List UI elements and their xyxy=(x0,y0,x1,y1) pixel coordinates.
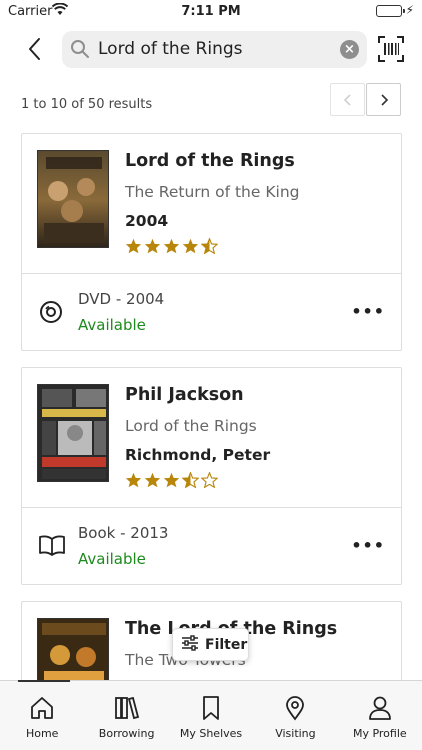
barcode-scan-icon[interactable] xyxy=(378,36,404,66)
tab-borrowing[interactable]: Borrowing xyxy=(84,681,168,750)
bookmark-icon xyxy=(198,695,224,725)
back-button[interactable] xyxy=(24,36,48,62)
tab-label: My Profile xyxy=(352,727,407,740)
tab-my-profile[interactable]: My Profile xyxy=(338,681,422,750)
format-row[interactable]: Book - 2013 Available ••• xyxy=(22,508,401,585)
cover-image xyxy=(37,150,109,248)
disc-icon xyxy=(39,300,63,328)
clear-search-icon[interactable]: × xyxy=(340,40,359,59)
availability-status: Available xyxy=(78,316,146,334)
books-icon xyxy=(114,695,140,725)
result-title[interactable]: Lord of the Rings xyxy=(125,151,295,171)
result-title[interactable]: Phil Jackson xyxy=(125,385,244,405)
home-icon xyxy=(29,695,55,725)
tab-visiting[interactable]: Visiting xyxy=(253,681,337,750)
next-page-button[interactable] xyxy=(366,83,401,116)
star-full-icon xyxy=(125,238,142,258)
star-half-icon xyxy=(200,237,219,258)
tab-label: Borrowing xyxy=(98,727,155,740)
search-input[interactable]: Lord of the Rings xyxy=(98,39,243,59)
star-full-icon xyxy=(125,472,142,492)
result-author: Richmond, Peter xyxy=(125,446,271,464)
tab-label: Visiting xyxy=(275,727,316,740)
cover-image xyxy=(37,384,109,482)
format-label: DVD - 2004 xyxy=(78,290,165,308)
result-card[interactable]: Phil Jackson Lord of the Rings Richmond,… xyxy=(21,367,402,585)
active-tab-indicator xyxy=(18,680,70,682)
star-full-icon xyxy=(182,238,199,258)
search-bar[interactable]: Lord of the Rings × xyxy=(62,31,367,68)
more-options-icon[interactable]: ••• xyxy=(351,302,385,321)
result-item-header[interactable]: Phil Jackson Lord of the Rings Richmond,… xyxy=(22,368,401,508)
star-full-icon xyxy=(144,472,161,492)
filter-label: Filter xyxy=(205,636,248,653)
location-pin-icon xyxy=(282,695,308,725)
result-subtitle: The Return of the King xyxy=(125,183,300,201)
result-year: 2004 xyxy=(125,212,169,230)
availability-status: Available xyxy=(78,550,146,568)
rating-stars xyxy=(125,237,219,258)
tab-label: My Shelves xyxy=(179,727,243,740)
sliders-icon xyxy=(181,634,199,655)
star-half-icon xyxy=(181,471,200,492)
filter-button[interactable]: Filter xyxy=(172,628,249,661)
tab-home[interactable]: Home xyxy=(0,681,84,750)
tab-label: Home xyxy=(25,727,59,740)
previous-page-button[interactable] xyxy=(330,83,365,116)
star-full-icon xyxy=(144,238,161,258)
charging-icon: ⚡ xyxy=(405,3,414,17)
result-card[interactable]: Lord of the Rings The Return of the King… xyxy=(21,133,402,351)
status-time: 7:11 PM xyxy=(181,4,241,19)
book-icon xyxy=(39,534,65,560)
star-full-icon xyxy=(163,238,180,258)
more-options-icon[interactable]: ••• xyxy=(351,536,385,555)
results-summary: 1 to 10 of 50 results xyxy=(21,97,153,112)
search-icon xyxy=(70,39,90,63)
star-empty-icon xyxy=(200,471,219,492)
tab-bar: Home Borrowing My Shelves Visiting My Pr… xyxy=(0,680,422,750)
tab-my-shelves[interactable]: My Shelves xyxy=(169,681,253,750)
result-item-header[interactable]: Lord of the Rings The Return of the King… xyxy=(22,134,401,274)
battery-icon xyxy=(376,5,405,17)
status-bar: Carrier 7:11 PM ⚡ xyxy=(0,0,422,24)
result-subtitle: Lord of the Rings xyxy=(125,417,257,435)
rating-stars xyxy=(125,471,219,492)
format-row[interactable]: DVD - 2004 Available ••• xyxy=(22,274,401,351)
star-full-icon xyxy=(163,472,180,492)
format-label: Book - 2013 xyxy=(78,524,169,542)
person-icon xyxy=(367,695,393,725)
